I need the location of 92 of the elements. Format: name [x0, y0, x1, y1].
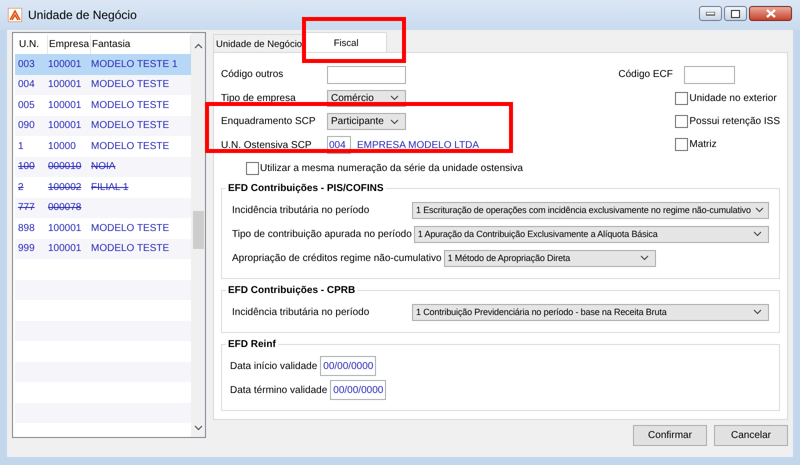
- confirm-button[interactable]: Confirmar: [633, 425, 707, 446]
- scrollbar-thumb[interactable]: [192, 211, 204, 249]
- unit-code: 100: [18, 161, 36, 172]
- field-label: Apropriação de créditos regime não-cumulativo: [231, 252, 443, 264]
- list-row[interactable]: 003 100001 MODELO TESTE 1: [15, 54, 191, 74]
- trade-name: MODELO TESTE: [91, 243, 170, 254]
- list-row[interactable]: 2 100002 FILIAL 1: [15, 177, 191, 198]
- dropdown[interactable]: 1 Apuração da Contribuição Exclusivamente a Alíquota Básica: [414, 226, 769, 242]
- chevron-down-icon: [390, 95, 399, 102]
- list-row[interactable]: 100 000010 NOIA: [15, 156, 191, 177]
- chevron-down-icon: [754, 207, 764, 213]
- field-label: Incidência tributária no período: [231, 204, 370, 216]
- date-field[interactable]: 00/00/0000: [320, 356, 376, 376]
- checkbox[interactable]: [675, 138, 688, 150]
- unit-code: 003: [18, 58, 36, 70]
- maximize-icon: [731, 10, 740, 18]
- list-row[interactable]: 999 100001 MODELO TESTE: [15, 238, 191, 259]
- group-title: EFD Reinf: [227, 339, 277, 350]
- dropdown[interactable]: 1 Escrituração de operações com incidência exclusivamente no regime não-cumulativo: [412, 202, 769, 218]
- app-icon: [8, 8, 22, 22]
- unit-code: 2: [18, 182, 25, 193]
- trade-name: FILIAL 1: [91, 182, 130, 193]
- trade-name: MODELO TESTE 1: [91, 58, 179, 70]
- company-name: EMPRESA MODELO LTDA: [357, 140, 480, 151]
- unit-code: 090: [18, 120, 36, 132]
- field-label: Incidência tributária no período: [231, 306, 370, 318]
- group-title: EFD Contribuições - PIS/COFINS: [227, 183, 385, 194]
- company-code: 100001: [48, 120, 82, 132]
- chevron-up-icon[interactable]: [194, 43, 202, 49]
- dropdown[interactable]: 1 Método de Apropriação Direta: [444, 250, 656, 266]
- chevron-down-icon: [390, 118, 399, 125]
- checkbox-label: Unidade no exterior: [689, 92, 777, 104]
- field-label: Tipo de empresa: [221, 92, 297, 104]
- list-row[interactable]: 777 000078: [15, 198, 191, 218]
- trade-name: MODELO TESTE: [91, 100, 170, 111]
- checkbox-label: Matriz: [689, 138, 717, 150]
- unit-code: 004: [18, 79, 36, 90]
- field-label: Data início validade: [229, 360, 318, 372]
- checkbox[interactable]: [675, 114, 688, 128]
- unit-code: 005: [18, 100, 36, 111]
- company-code: 100001: [48, 100, 82, 111]
- date-field[interactable]: 00/00/0000: [330, 380, 386, 400]
- trade-name: MODELO TESTE: [91, 120, 170, 132]
- chevron-down-icon: [753, 309, 762, 315]
- field-label: U.N. Ostensiva SCP: [221, 140, 313, 151]
- maximize-button[interactable]: [724, 6, 747, 21]
- field-label: Data término validade: [229, 384, 328, 396]
- group-title: EFD Contribuições - CPRB: [227, 285, 356, 296]
- chevron-down-icon[interactable]: [194, 425, 202, 431]
- list-row[interactable]: 004 100001 MODELO TESTE: [15, 74, 191, 95]
- list-row[interactable]: 005 100001 MODELO TESTE: [15, 95, 191, 116]
- company-code: 100001: [48, 243, 82, 254]
- company-code: 100001: [48, 58, 82, 70]
- text-field[interactable]: [327, 66, 406, 84]
- company-code: 10000: [48, 140, 77, 152]
- unit-code: 1: [18, 140, 25, 152]
- window-title: Unidade de Negócio: [28, 8, 137, 22]
- chevron-down-icon: [753, 231, 762, 237]
- trade-name: MODELO TESTE: [91, 222, 170, 234]
- field-label: Código ECF: [618, 69, 673, 80]
- close-icon: [766, 9, 776, 18]
- trade-name: NOIA: [91, 161, 116, 172]
- dropdown[interactable]: 1 Contribuição Previdenciária no período - base na Receita Bruta: [412, 304, 769, 320]
- company-code: 100001: [48, 79, 82, 90]
- field-label: Código outros: [221, 69, 284, 80]
- field-label: Enquadramento SCP: [221, 116, 317, 128]
- checkbox[interactable]: [675, 92, 688, 104]
- scrollbar[interactable]: [191, 33, 205, 437]
- field-label: Tipo de contribuição apurada no período: [231, 228, 413, 240]
- list-row[interactable]: 1 10000 MODELO TESTE: [15, 136, 191, 156]
- list-row[interactable]: 090 100001 MODELO TESTE: [15, 116, 191, 136]
- text-field[interactable]: [684, 66, 735, 84]
- minimize-icon: [706, 12, 715, 16]
- company-code: 000010: [48, 161, 82, 172]
- close-button[interactable]: [749, 6, 792, 21]
- checkbox[interactable]: [246, 162, 259, 174]
- unit-code: 999: [18, 243, 36, 254]
- unit-code: 898: [18, 222, 36, 234]
- trade-name: MODELO TESTE: [91, 140, 170, 152]
- trade-name: MODELO TESTE: [91, 79, 170, 90]
- minimize-button[interactable]: [699, 6, 722, 21]
- checkbox-label: Utilizar a mesma numeração da série da unidade ostensiva: [260, 162, 523, 174]
- chevron-down-icon: [640, 255, 649, 261]
- tab[interactable]: Fiscal: [305, 32, 388, 52]
- dropdown[interactable]: Participante: [327, 113, 406, 130]
- cancel-button[interactable]: Cancelar: [714, 425, 788, 446]
- company-code: 000078: [48, 202, 82, 214]
- company-code: 100001: [48, 222, 82, 234]
- checkbox-label: Possui retenção ISS: [689, 116, 780, 126]
- unit-code: 777: [18, 202, 36, 214]
- list-row[interactable]: 898 100001 MODELO TESTE: [15, 218, 191, 238]
- company-code: 100002: [48, 182, 82, 193]
